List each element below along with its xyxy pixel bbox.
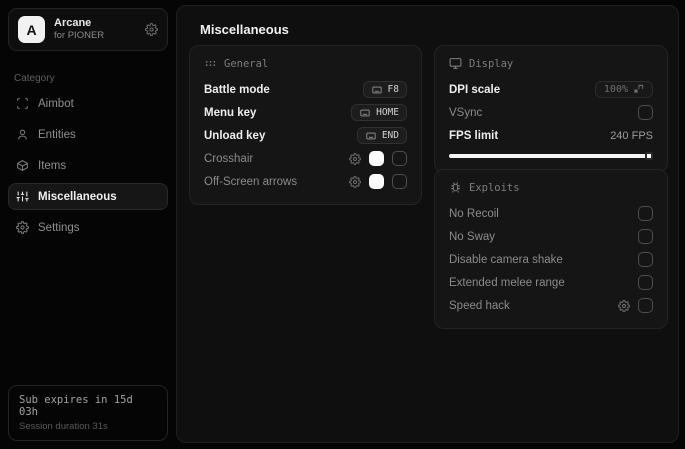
no-recoil-checkbox[interactable] bbox=[638, 206, 653, 221]
menu-key-row: Menu key HOME bbox=[204, 101, 407, 124]
aimbot-icon bbox=[16, 97, 29, 110]
subscription-card: Sub expires in 15d 03h Session duration … bbox=[8, 385, 168, 441]
items-icon bbox=[16, 159, 29, 172]
speed-hack-row: Speed hack bbox=[449, 294, 653, 317]
sidebar-item-items[interactable]: Items bbox=[8, 152, 168, 179]
battle-mode-label: Battle mode bbox=[204, 83, 270, 96]
battle-mode-keybind[interactable]: F8 bbox=[362, 81, 407, 98]
offscreen-arrows-color-swatch[interactable] bbox=[369, 174, 384, 189]
app-subtitle: for PIONER bbox=[54, 30, 105, 42]
battle-mode-row: Battle mode F8 bbox=[204, 78, 407, 101]
app-name: Arcane bbox=[54, 16, 92, 29]
bug-icon bbox=[449, 181, 462, 194]
disable-camera-shake-row: Disable camera shake bbox=[449, 248, 653, 271]
entities-icon bbox=[16, 128, 29, 141]
sidebar-item-settings[interactable]: Settings bbox=[8, 214, 168, 241]
general-section-title: General bbox=[224, 57, 269, 70]
crosshair-color-swatch[interactable] bbox=[369, 151, 384, 166]
monitor-icon bbox=[449, 57, 462, 70]
fps-limit-slider[interactable] bbox=[449, 152, 653, 160]
dpi-scale-value: 100% bbox=[603, 84, 628, 95]
sidebar-item-label: Aimbot bbox=[38, 97, 74, 110]
crosshair-row: Crosshair bbox=[204, 147, 407, 170]
exploits-card: Exploits No Recoil No Sway Disable camer… bbox=[434, 169, 668, 329]
fps-limit-label: FPS limit bbox=[449, 129, 499, 142]
crosshair-checkbox[interactable] bbox=[392, 151, 407, 166]
crosshair-settings-gear-icon[interactable] bbox=[349, 152, 361, 165]
sidebar-item-miscellaneous[interactable]: Miscellaneous bbox=[8, 183, 168, 210]
keyboard-icon bbox=[365, 131, 377, 141]
app-window: A Arcane for PIONER Category Aimbot Enti… bbox=[0, 0, 685, 449]
no-recoil-label: No Recoil bbox=[449, 207, 499, 220]
dpi-scale-select[interactable]: 100% bbox=[594, 81, 653, 98]
sidebar-item-label: Miscellaneous bbox=[38, 190, 117, 203]
speed-hack-label: Speed hack bbox=[449, 299, 510, 312]
sidebar-item-label: Items bbox=[38, 159, 67, 172]
extended-melee-range-checkbox[interactable] bbox=[638, 275, 653, 290]
menu-key-keybind[interactable]: HOME bbox=[351, 104, 407, 121]
category-label: Category bbox=[14, 73, 55, 84]
sidebar-item-aimbot[interactable]: Aimbot bbox=[8, 90, 168, 117]
sidebar-item-label: Entities bbox=[38, 128, 76, 141]
no-sway-label: No Sway bbox=[449, 230, 496, 243]
fps-limit-row: FPS limit 240 FPS bbox=[449, 124, 653, 147]
sub-expiry-text: Sub expires in 15d 03h bbox=[19, 394, 133, 418]
vsync-checkbox[interactable] bbox=[638, 105, 653, 120]
general-grid-icon bbox=[204, 57, 217, 70]
sidebar-item-entities[interactable]: Entities bbox=[8, 121, 168, 148]
no-sway-row: No Sway bbox=[449, 225, 653, 248]
display-section-title: Display bbox=[469, 57, 514, 70]
disable-camera-shake-checkbox[interactable] bbox=[638, 252, 653, 267]
scale-icon bbox=[633, 84, 644, 95]
exploits-section-title: Exploits bbox=[469, 181, 520, 194]
keyboard-icon bbox=[359, 108, 371, 118]
fps-limit-value: 240 FPS bbox=[610, 129, 653, 142]
fps-slider-thumb[interactable] bbox=[645, 152, 653, 160]
display-card: Display DPI scale 100% VSync FPS limit 2… bbox=[434, 45, 668, 173]
extended-melee-range-row: Extended melee range bbox=[449, 271, 653, 294]
settings-icon bbox=[16, 221, 29, 234]
page-title: Miscellaneous bbox=[200, 22, 289, 37]
speed-hack-settings-gear-icon[interactable] bbox=[618, 299, 630, 312]
settings-gear-icon[interactable] bbox=[145, 23, 158, 36]
dpi-scale-label: DPI scale bbox=[449, 83, 501, 96]
sidebar: A Arcane for PIONER Category Aimbot Enti… bbox=[0, 0, 176, 449]
brand-card: A Arcane for PIONER bbox=[8, 8, 168, 51]
general-card: General Battle mode F8 Menu key HOME Unl… bbox=[189, 45, 422, 205]
unload-key-keybind[interactable]: END bbox=[356, 127, 407, 144]
vsync-row: VSync bbox=[449, 101, 653, 124]
sidebar-nav: Aimbot Entities Items Miscellaneous Sett… bbox=[0, 88, 176, 243]
extended-melee-range-label: Extended melee range bbox=[449, 276, 565, 289]
offscreen-arrows-checkbox[interactable] bbox=[392, 174, 407, 189]
crosshair-label: Crosshair bbox=[204, 152, 254, 165]
speed-hack-checkbox[interactable] bbox=[638, 298, 653, 313]
sidebar-item-label: Settings bbox=[38, 221, 80, 234]
menu-key-label: Menu key bbox=[204, 106, 257, 119]
app-logo: A bbox=[18, 16, 45, 43]
dpi-scale-row: DPI scale 100% bbox=[449, 78, 653, 101]
keyboard-icon bbox=[371, 85, 383, 95]
offscreen-arrows-settings-gear-icon[interactable] bbox=[349, 175, 361, 188]
unload-key-row: Unload key END bbox=[204, 124, 407, 147]
no-sway-checkbox[interactable] bbox=[638, 229, 653, 244]
offscreen-arrows-label: Off-Screen arrows bbox=[204, 175, 298, 188]
offscreen-arrows-row: Off-Screen arrows bbox=[204, 170, 407, 193]
unload-key-label: Unload key bbox=[204, 129, 266, 142]
no-recoil-row: No Recoil bbox=[449, 202, 653, 225]
disable-camera-shake-label: Disable camera shake bbox=[449, 253, 563, 266]
session-duration-text: Session duration 31s bbox=[19, 421, 108, 432]
misc-icon bbox=[16, 190, 29, 203]
vsync-label: VSync bbox=[449, 106, 483, 119]
main-panel: Miscellaneous General Battle mode F8 Men… bbox=[176, 5, 679, 443]
